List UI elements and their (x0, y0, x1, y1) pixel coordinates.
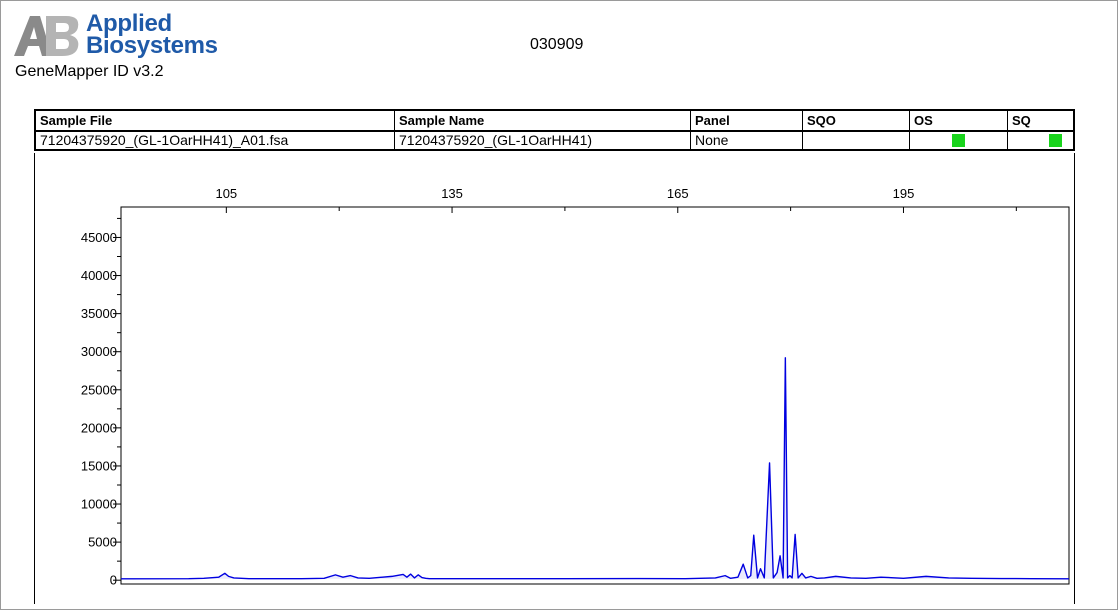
y-tick-label: 15000 (81, 458, 117, 473)
y-tick-label: 0 (110, 573, 117, 588)
y-tick-label: 5000 (88, 535, 117, 550)
x-tick-label: 195 (893, 186, 915, 201)
os-cell (910, 132, 1008, 149)
y-tick-label: 25000 (81, 382, 117, 397)
column-header-sample-name: Sample Name (395, 111, 691, 130)
electropherogram-panel: 105 135 165 195 0 5000 10000 15000 20000 25000 300… (34, 153, 1075, 604)
x-tick-label: 135 (441, 186, 463, 201)
sqo-cell (803, 132, 910, 149)
app-version-label: GeneMapper ID v3.2 (15, 63, 164, 80)
os-pass-indicator (952, 134, 965, 147)
table-row: 71204375920_(GL-1OarHH41)_A01.fsa 712043… (36, 132, 1073, 149)
y-tick-label: 20000 (81, 420, 117, 435)
column-header-sample-file: Sample File (36, 111, 395, 130)
plot-area-frame (120, 206, 1070, 585)
sample-name-cell: 71204375920_(GL-1OarHH41) (395, 132, 691, 149)
run-id-label: 030909 (530, 36, 584, 53)
y-tick-label: 10000 (81, 497, 117, 512)
sq-pass-indicator (1049, 134, 1062, 147)
sample-file-cell: 71204375920_(GL-1OarHH41)_A01.fsa (36, 132, 395, 149)
ab-monogram-icon (14, 16, 79, 56)
column-header-sq: SQ (1012, 113, 1031, 128)
x-tick-label: 105 (215, 186, 237, 201)
electropherogram-chart: 105 135 165 195 0 5000 10000 15000 20000 25000 300… (81, 186, 1070, 588)
panel-cell: None (691, 132, 803, 149)
column-header-sqo: SQO (803, 111, 910, 130)
column-header-panel: Panel (691, 111, 803, 130)
column-header-os: OS (910, 111, 1008, 130)
x-tick-label: 165 (667, 186, 689, 201)
y-tick-label: 40000 (81, 268, 117, 283)
y-tick-label: 45000 (81, 230, 117, 245)
y-tick-label: 30000 (81, 344, 117, 359)
brand-line-2: Biosystems (86, 32, 218, 59)
sq-cell (1008, 132, 1073, 149)
sample-info-table: Sample File Sample Name Panel SQO OS SQ … (34, 109, 1075, 151)
table-header-row: Sample File Sample Name Panel SQO OS SQ (36, 111, 1073, 132)
trace-line-0 (120, 357, 1070, 580)
trace-area-0 (121, 357, 1069, 579)
y-tick-label: 35000 (81, 306, 117, 321)
applied-biosystems-logo: Applied Biosystems (12, 12, 218, 62)
